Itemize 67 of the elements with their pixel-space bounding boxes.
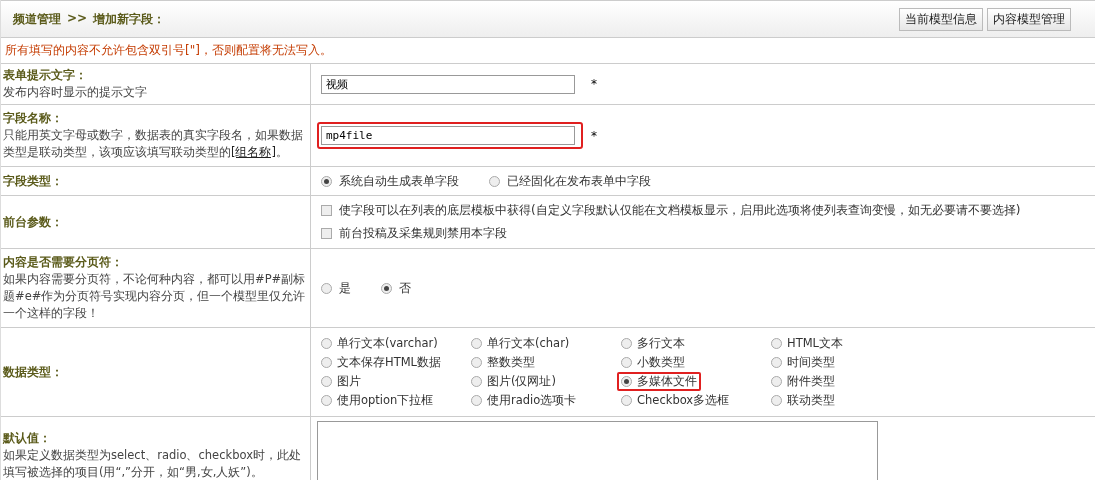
radio-button[interactable] [321,395,332,406]
warning-text: 所有填写的内容不允许包含双引号["]，否则配置将无法写入。 [1,38,1095,64]
hint-text: 如果定义数据类型为select、radio、checkbox时，此处填写被选择的项目(用“,”分开，如“男,女,人妖”)。 [3,446,302,480]
checkbox[interactable] [321,205,332,216]
option-label: 附件类型 [787,374,835,389]
required-mark: * [591,77,597,91]
radio-button[interactable] [471,395,482,406]
header-button[interactable]: 内容模型管理 [987,7,1071,31]
breadcrumb-item: 增加新字段： [93,10,166,28]
option-label: 图片 [337,374,361,389]
radio-button[interactable] [471,357,482,368]
breadcrumb-item: >> [67,10,88,27]
radio-button[interactable] [621,395,632,406]
option-label: 时间类型 [787,355,835,370]
hint-text: 发布内容时显示的提示文字 [3,84,148,101]
radio-button[interactable] [381,282,392,294]
group-name-link[interactable]: [组名称] [231,145,276,159]
option-label: 多媒体文件 [637,374,697,389]
radio-button[interactable] [621,338,632,349]
field-label: 内容是否需要分页符： [3,254,124,271]
radio-button[interactable] [621,376,632,387]
radio-button[interactable] [621,357,632,368]
option-label: 多行文本 [637,336,685,351]
radio-button[interactable] [489,175,500,187]
breadcrumb-item: 频道管理 [13,10,61,28]
field-label: 默认值： [3,429,52,447]
option-label: 使用option下拉框 [337,393,434,408]
radio-button[interactable] [321,175,332,187]
field-label: 字段名称： [3,110,64,127]
field-label: 表单提示文字： [3,67,88,84]
required-mark: * [591,128,597,143]
field-label: 前台参数： [3,213,64,231]
radio-button[interactable] [471,338,482,349]
option-label: 整数类型 [487,355,535,370]
option-label: 前台投稿及采集规则禁用本字段 [339,225,507,242]
hint-text: 只能用英文字母或数字，数据表的真实字段名，如果数据类型是联动类型，该项应该填写联动类型的[组名称]。 [3,127,304,161]
text-input[interactable]: mp4file [321,126,575,145]
option-label: Checkbox多选框 [637,393,730,408]
text-input[interactable]: 视频 [321,74,575,94]
option-label: 使字段可以在列表的底层模板中获得(自定义字段默认仅能在文档模板显示，启用此选项将使列表查询变慢，如无必要请不要选择) [339,202,1021,219]
option-label: 使用radio选项卡 [487,393,577,408]
radio-button[interactable] [471,376,482,387]
option-label: 单行文本(char) [487,336,570,351]
checkbox[interactable] [321,228,332,239]
option-label: 文本保存HTML数据 [337,355,441,370]
option-label: 图片(仅网址) [487,374,556,389]
option-label: 否 [399,279,411,297]
radio-button[interactable] [321,357,332,368]
radio-button[interactable] [321,338,332,349]
option-label: 单行文本(varchar) [337,336,438,351]
option-label: 联动类型 [787,393,835,408]
field-label: 数据类型： [3,363,64,381]
option-label: 系统自动生成表单字段 [339,172,459,190]
option-label: HTML文本 [787,336,843,351]
option-label: 是 [339,279,351,297]
option-label: 小数类型 [637,355,685,370]
radio-button[interactable] [321,282,332,294]
hint-text: 如果内容需要分页符，不论何种内容，都可以用#P#副标题#e#作为分页符号实现内容分页，但一个模型里仅允许一个这样的字段！ [3,271,307,322]
radio-button[interactable] [771,338,782,349]
default-value-textarea[interactable] [317,421,878,480]
header-button[interactable]: 当前模型信息 [899,7,983,31]
radio-button[interactable] [321,376,332,387]
radio-button[interactable] [771,376,782,387]
option-label: 已经固化在发布表单中字段 [507,172,651,190]
radio-button[interactable] [771,357,782,368]
field-label: 字段类型： [3,172,64,190]
radio-button[interactable] [771,395,782,406]
